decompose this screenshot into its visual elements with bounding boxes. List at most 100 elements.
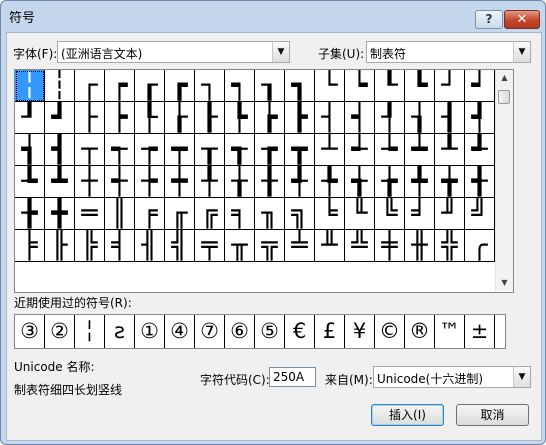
- symbol-cell[interactable]: ┐: [195, 70, 225, 102]
- symbol-cell[interactable]: ┭: [105, 134, 135, 166]
- symbol-cell[interactable]: ╞: [15, 230, 45, 262]
- symbol-cell[interactable]: ┡: [225, 102, 255, 134]
- chevron-down-icon[interactable]: ▼: [513, 367, 530, 387]
- symbol-cell[interactable]: ┆: [45, 70, 75, 102]
- recent-symbol-cell[interactable]: ©: [375, 315, 405, 348]
- recent-symbol-cell[interactable]: ③: [15, 315, 45, 348]
- symbol-cell[interactable]: ┌: [75, 70, 105, 102]
- symbol-cell[interactable]: ╩: [345, 230, 375, 262]
- symbol-cell[interactable]: ╠: [75, 230, 105, 262]
- symbol-cell[interactable]: ┙: [465, 70, 495, 102]
- symbol-cell[interactable]: ╥: [225, 230, 255, 262]
- symbol-cell[interactable]: ┝: [105, 102, 135, 134]
- symbol-grid[interactable]: ╎ ┆ ┌ ┍ ┎ ┏ ┐ ┑ ┒ ┓ └ ┕ ┖ ┗ ┘ ┙ ┚ ┛ ├ ┝ ┞ ┟ ┠ ┡ ┢ ┣ ┤ ┥ ┦ ┧ ┨ ┩ ┪ ┫ ┬ ┭ ┮ ┯ ┰ ┱…: [14, 69, 514, 293]
- symbol-cell[interactable]: ┑: [225, 70, 255, 102]
- symbol-cell[interactable]: ╖: [255, 198, 285, 230]
- symbol-cell[interactable]: ┪: [15, 134, 45, 166]
- symbol-cell[interactable]: ╤: [195, 230, 225, 262]
- symbol-cell[interactable]: ┬: [75, 134, 105, 166]
- symbol-cell[interactable]: ┫: [45, 134, 75, 166]
- recent-symbols-row[interactable]: ③ ② ╎ ƨ ① ④ ⑦ ⑥ ⑤ € £ ¥ © ® ™ ±: [14, 314, 506, 349]
- symbol-cell[interactable]: ╄: [315, 166, 345, 198]
- symbol-cell[interactable]: ╘: [315, 198, 345, 230]
- symbol-cell[interactable]: ╆: [375, 166, 405, 198]
- symbol-cell[interactable]: ┍: [105, 70, 135, 102]
- symbol-cell[interactable]: ┒: [255, 70, 285, 102]
- symbol-cell[interactable]: ╋: [45, 198, 75, 230]
- insert-button[interactable]: 插入(I): [371, 404, 444, 426]
- symbol-cell[interactable]: ┽: [105, 166, 135, 198]
- symbol-cell[interactable]: ╎: [15, 70, 45, 102]
- symbol-cell[interactable]: ╜: [435, 198, 465, 230]
- symbol-cell[interactable]: ╧: [285, 230, 315, 262]
- symbol-cell[interactable]: ┏: [165, 70, 195, 102]
- help-button[interactable]: ?: [475, 10, 503, 29]
- symbol-cell[interactable]: ┱: [225, 134, 255, 166]
- symbol-cell[interactable]: ┎: [135, 70, 165, 102]
- symbol-cell[interactable]: ╫: [405, 230, 435, 262]
- symbol-cell[interactable]: ╛: [405, 198, 435, 230]
- chevron-down-icon[interactable]: ▼: [513, 42, 530, 62]
- recent-symbol-cell[interactable]: ⑤: [255, 315, 285, 348]
- symbol-cell[interactable]: ┯: [165, 134, 195, 166]
- recent-symbol-cell[interactable]: ®: [405, 315, 435, 348]
- symbol-cell[interactable]: ╉: [465, 166, 495, 198]
- symbol-cell[interactable]: ╀: [195, 166, 225, 198]
- symbol-cell[interactable]: ┗: [405, 70, 435, 102]
- recent-symbol-cell[interactable]: ¥: [345, 315, 375, 348]
- symbol-cell[interactable]: ┴: [315, 134, 345, 166]
- symbol-cell[interactable]: ┶: [375, 134, 405, 166]
- symbol-cell[interactable]: ╁: [225, 166, 255, 198]
- symbol-cell[interactable]: ╓: [165, 198, 195, 230]
- symbol-cell[interactable]: ╙: [345, 198, 375, 230]
- symbol-cell[interactable]: ┵: [345, 134, 375, 166]
- symbol-cell[interactable]: ╦: [255, 230, 285, 262]
- recent-symbol-cell[interactable]: ƨ: [105, 315, 135, 348]
- recent-symbol-cell[interactable]: ⑦: [195, 315, 225, 348]
- symbol-cell[interactable]: └: [315, 70, 345, 102]
- symbol-cell[interactable]: ╝: [465, 198, 495, 230]
- symbol-cell[interactable]: ├: [75, 102, 105, 134]
- title-bar[interactable]: 符号 ? ✕: [1, 1, 545, 31]
- symbol-cell[interactable]: ┳: [285, 134, 315, 166]
- symbol-cell[interactable]: ╕: [225, 198, 255, 230]
- symbol-cell[interactable]: ╇: [405, 166, 435, 198]
- symbol-cell[interactable]: ┞: [135, 102, 165, 134]
- symbol-cell[interactable]: ┾: [135, 166, 165, 198]
- symbol-cell[interactable]: ┠: [195, 102, 225, 134]
- cancel-button[interactable]: 取消: [456, 404, 529, 426]
- symbol-cell[interactable]: ╢: [135, 230, 165, 262]
- close-button[interactable]: ✕: [504, 10, 540, 29]
- symbol-cell[interactable]: ╔: [195, 198, 225, 230]
- chevron-down-icon[interactable]: ▼: [272, 42, 289, 62]
- symbol-cell[interactable]: ═: [75, 198, 105, 230]
- symbol-cell[interactable]: ┺: [15, 166, 45, 198]
- symbol-cell[interactable]: ┟: [165, 102, 195, 134]
- symbol-cell[interactable]: ╨: [315, 230, 345, 262]
- symbol-cell[interactable]: ╒: [135, 198, 165, 230]
- symbol-cell[interactable]: ┿: [165, 166, 195, 198]
- scroll-down-icon[interactable]: ▼: [496, 275, 513, 291]
- scrollbar-thumb[interactable]: [498, 90, 510, 104]
- symbol-cell[interactable]: ╪: [375, 230, 405, 262]
- symbol-cell[interactable]: ┮: [135, 134, 165, 166]
- symbol-cell[interactable]: ╂: [255, 166, 285, 198]
- symbol-cell[interactable]: ╚: [375, 198, 405, 230]
- font-select[interactable]: (亚洲语言文本) ▼: [57, 41, 290, 63]
- symbol-cell[interactable]: ┓: [285, 70, 315, 102]
- symbol-cell[interactable]: ╭: [465, 230, 495, 262]
- symbol-cell[interactable]: ┣: [285, 102, 315, 134]
- symbol-cell[interactable]: ┨: [435, 102, 465, 134]
- recent-symbol-cell[interactable]: €: [285, 315, 315, 348]
- scroll-up-icon[interactable]: ▲: [496, 70, 513, 86]
- symbol-cell[interactable]: ┲: [255, 134, 285, 166]
- symbol-cell[interactable]: ┕: [345, 70, 375, 102]
- symbol-cell[interactable]: ┖: [375, 70, 405, 102]
- symbol-cell[interactable]: ╅: [345, 166, 375, 198]
- symbol-cell[interactable]: ╈: [435, 166, 465, 198]
- symbol-cell[interactable]: ┘: [435, 70, 465, 102]
- symbol-cell[interactable]: ┹: [465, 134, 495, 166]
- recent-symbol-cell[interactable]: ②: [45, 315, 75, 348]
- recent-symbol-cell[interactable]: £: [315, 315, 345, 348]
- symbol-cell[interactable]: ┼: [75, 166, 105, 198]
